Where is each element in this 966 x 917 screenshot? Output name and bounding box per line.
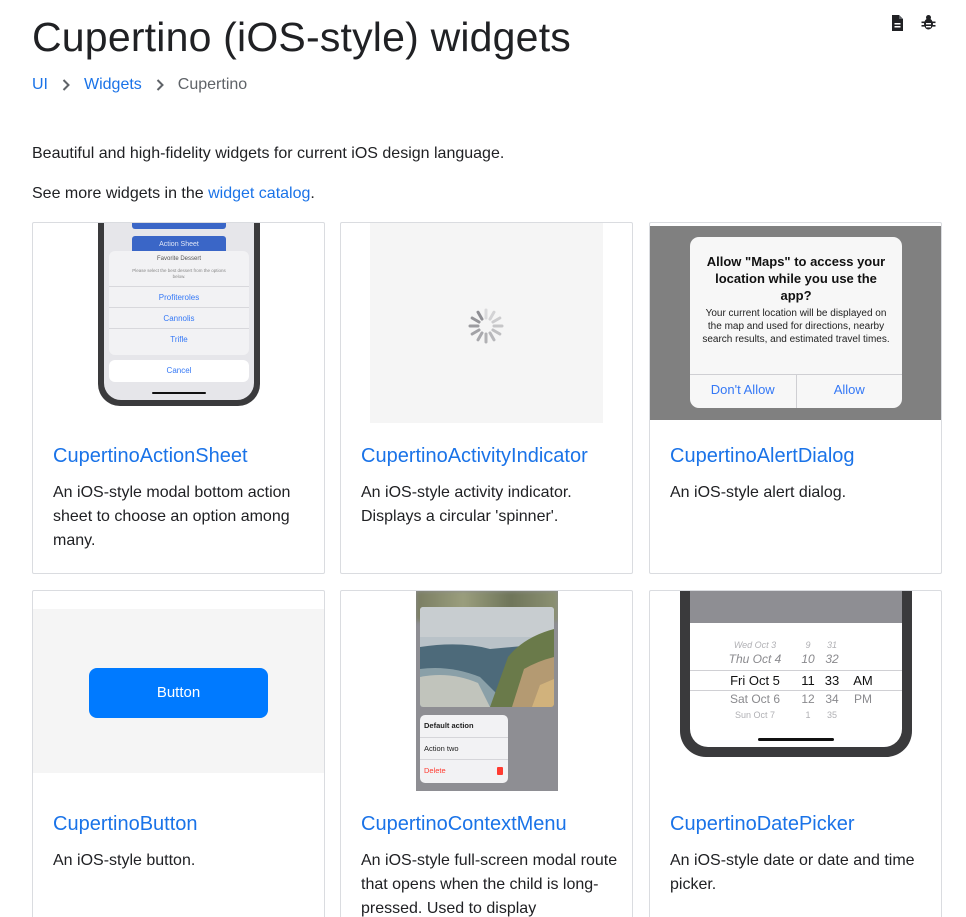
breadcrumb: UI Widgets Cupertino (32, 76, 247, 94)
picker-ampm: AM (853, 673, 873, 688)
preview-alert-title: Allow "Maps" to access your location whi… (706, 254, 886, 303)
page-title: Cupertino (iOS-style) widgets (32, 14, 571, 60)
chevron-right-icon (148, 76, 172, 94)
picker-date: Fri Oct 5 (730, 673, 780, 688)
picker-hour: 10 (801, 652, 815, 666)
see-more-prefix: See more widgets in the (32, 185, 209, 202)
card-title[interactable]: CupertinoActivityIndicator (361, 445, 588, 468)
picker-minute: 33 (824, 673, 840, 688)
spinner-spoke (476, 310, 484, 321)
picker-minute: 35 (826, 710, 837, 720)
picker-minute: 32 (825, 652, 839, 666)
breadcrumb-ui[interactable]: UI (32, 76, 48, 94)
preview-alert-dont-allow: Don't Allow (690, 375, 797, 408)
preview-menu-item: Default action (420, 715, 508, 738)
widget-catalog-link[interactable]: widget catalog (208, 185, 310, 202)
card-description: An iOS-style full-screen modal route tha… (361, 852, 618, 917)
card-cupertino-context-menu[interactable]: Default action Action two Delete Cuperti… (340, 590, 633, 917)
spinner-icon (468, 308, 504, 344)
phone-mockup: Wed Oct 3 9 31 Thu Oct 4 10 32 Fri Oct 5… (680, 591, 912, 757)
card-cupertino-action-sheet[interactable]: Action Sheet Favorite Dessert Please sel… (32, 222, 325, 574)
card-description: An iOS-style alert dialog. (670, 484, 847, 501)
preview-photo (420, 607, 554, 707)
preview-alert-box: Allow "Maps" to access your location whi… (690, 237, 902, 408)
bug-icon[interactable] (920, 14, 937, 32)
preview-delete-label: Delete (424, 766, 446, 776)
see-more-text: See more widgets in the widget catalog. (32, 184, 315, 204)
chevron-right-icon (54, 76, 78, 94)
trash-icon (497, 767, 503, 776)
spinner-spoke (488, 310, 496, 321)
spinner-spoke (491, 328, 502, 336)
card-title[interactable]: CupertinoContextMenu (361, 813, 567, 836)
picker-hour: 11 (801, 673, 815, 688)
context-menu-preview: Default action Action two Delete (416, 591, 558, 791)
card-cupertino-date-picker[interactable]: Wed Oct 3 9 31 Thu Oct 4 10 32 Fri Oct 5… (649, 590, 942, 917)
card-title[interactable]: CupertinoAlertDialog (670, 445, 855, 468)
phone-mockup: Action Sheet Favorite Dessert Please sel… (98, 223, 260, 406)
preview-action-sheet: Favorite Dessert Please select the best … (109, 251, 249, 355)
picker-row: Sun Oct 7 1 35 (690, 706, 902, 725)
preview-sheet-message: Please select the best dessert from the … (132, 268, 226, 279)
card-thumbnail: Allow "Maps" to access your location whi… (650, 223, 941, 423)
card-title[interactable]: CupertinoActionSheet (53, 445, 248, 468)
card-thumbnail: Wed Oct 3 9 31 Thu Oct 4 10 32 Fri Oct 5… (650, 591, 941, 791)
preview-ios-button: Button (89, 668, 268, 718)
picker-date: Sun Oct 7 (734, 710, 776, 720)
spinner-spoke (470, 328, 481, 336)
card-description: An iOS-style date or date and time picke… (670, 852, 915, 893)
breadcrumb-widgets[interactable]: Widgets (84, 76, 142, 94)
breadcrumb-cupertino: Cupertino (177, 76, 248, 93)
spinner-spoke (488, 331, 496, 342)
preview-context-menu: Default action Action two Delete (420, 715, 508, 783)
spinner-spoke (491, 316, 502, 324)
button-preview: Button (33, 609, 324, 773)
preview-sheet-title: Favorite Dessert (156, 256, 201, 262)
picker-hour: 1 (805, 710, 811, 720)
alert-preview: Allow "Maps" to access your location whi… (650, 226, 941, 420)
document-icon[interactable] (889, 14, 906, 32)
card-thumbnail: Button (33, 591, 324, 791)
see-more-suffix: . (310, 185, 315, 202)
preview-blue-button (132, 223, 226, 229)
preview-sheet-option: Trifle (109, 328, 249, 349)
card-title[interactable]: CupertinoButton (53, 813, 198, 836)
home-indicator (152, 392, 206, 394)
preview-sheet-option: Cannolis (109, 307, 249, 328)
preview-menu-item-delete: Delete (420, 760, 508, 783)
card-thumbnail: Default action Action two Delete (341, 591, 632, 791)
preview-menu-item: Action two (420, 738, 508, 761)
card-cupertino-activity-indicator[interactable]: CupertinoActivityIndicator An iOS-style … (340, 222, 633, 574)
header-icons (889, 14, 937, 32)
preview-alert-message: Your current location will be displayed … (702, 308, 890, 345)
picker-row: Thu Oct 4 10 32 (690, 650, 902, 669)
card-thumbnail: Action Sheet Favorite Dessert Please sel… (33, 223, 324, 423)
preview-sheet-cancel: Cancel (109, 360, 249, 382)
card-cupertino-button[interactable]: Button CupertinoButton An iOS-style butt… (32, 590, 325, 917)
spinner-spoke (476, 331, 484, 342)
activity-preview (370, 223, 603, 423)
picker-row-selected: Fri Oct 5 11 33 AM (690, 670, 902, 691)
preview-alert-allow: Allow (833, 382, 865, 397)
spinner-spoke (470, 316, 481, 324)
card-description: An iOS-style button. (53, 852, 196, 869)
picker-date: Thu Oct 4 (728, 652, 782, 666)
preview-sheet-option: Profiteroles (109, 286, 249, 307)
intro-description: Beautiful and high-fidelity widgets for … (32, 145, 505, 162)
card-title[interactable]: CupertinoDatePicker (670, 813, 855, 836)
card-description: An iOS-style modal bottom action sheet t… (53, 484, 291, 549)
card-description: An iOS-style activity indicator. Display… (361, 484, 572, 525)
home-indicator (758, 738, 834, 741)
card-thumbnail (341, 223, 632, 423)
card-cupertino-alert-dialog[interactable]: Allow "Maps" to access your location whi… (649, 222, 942, 574)
